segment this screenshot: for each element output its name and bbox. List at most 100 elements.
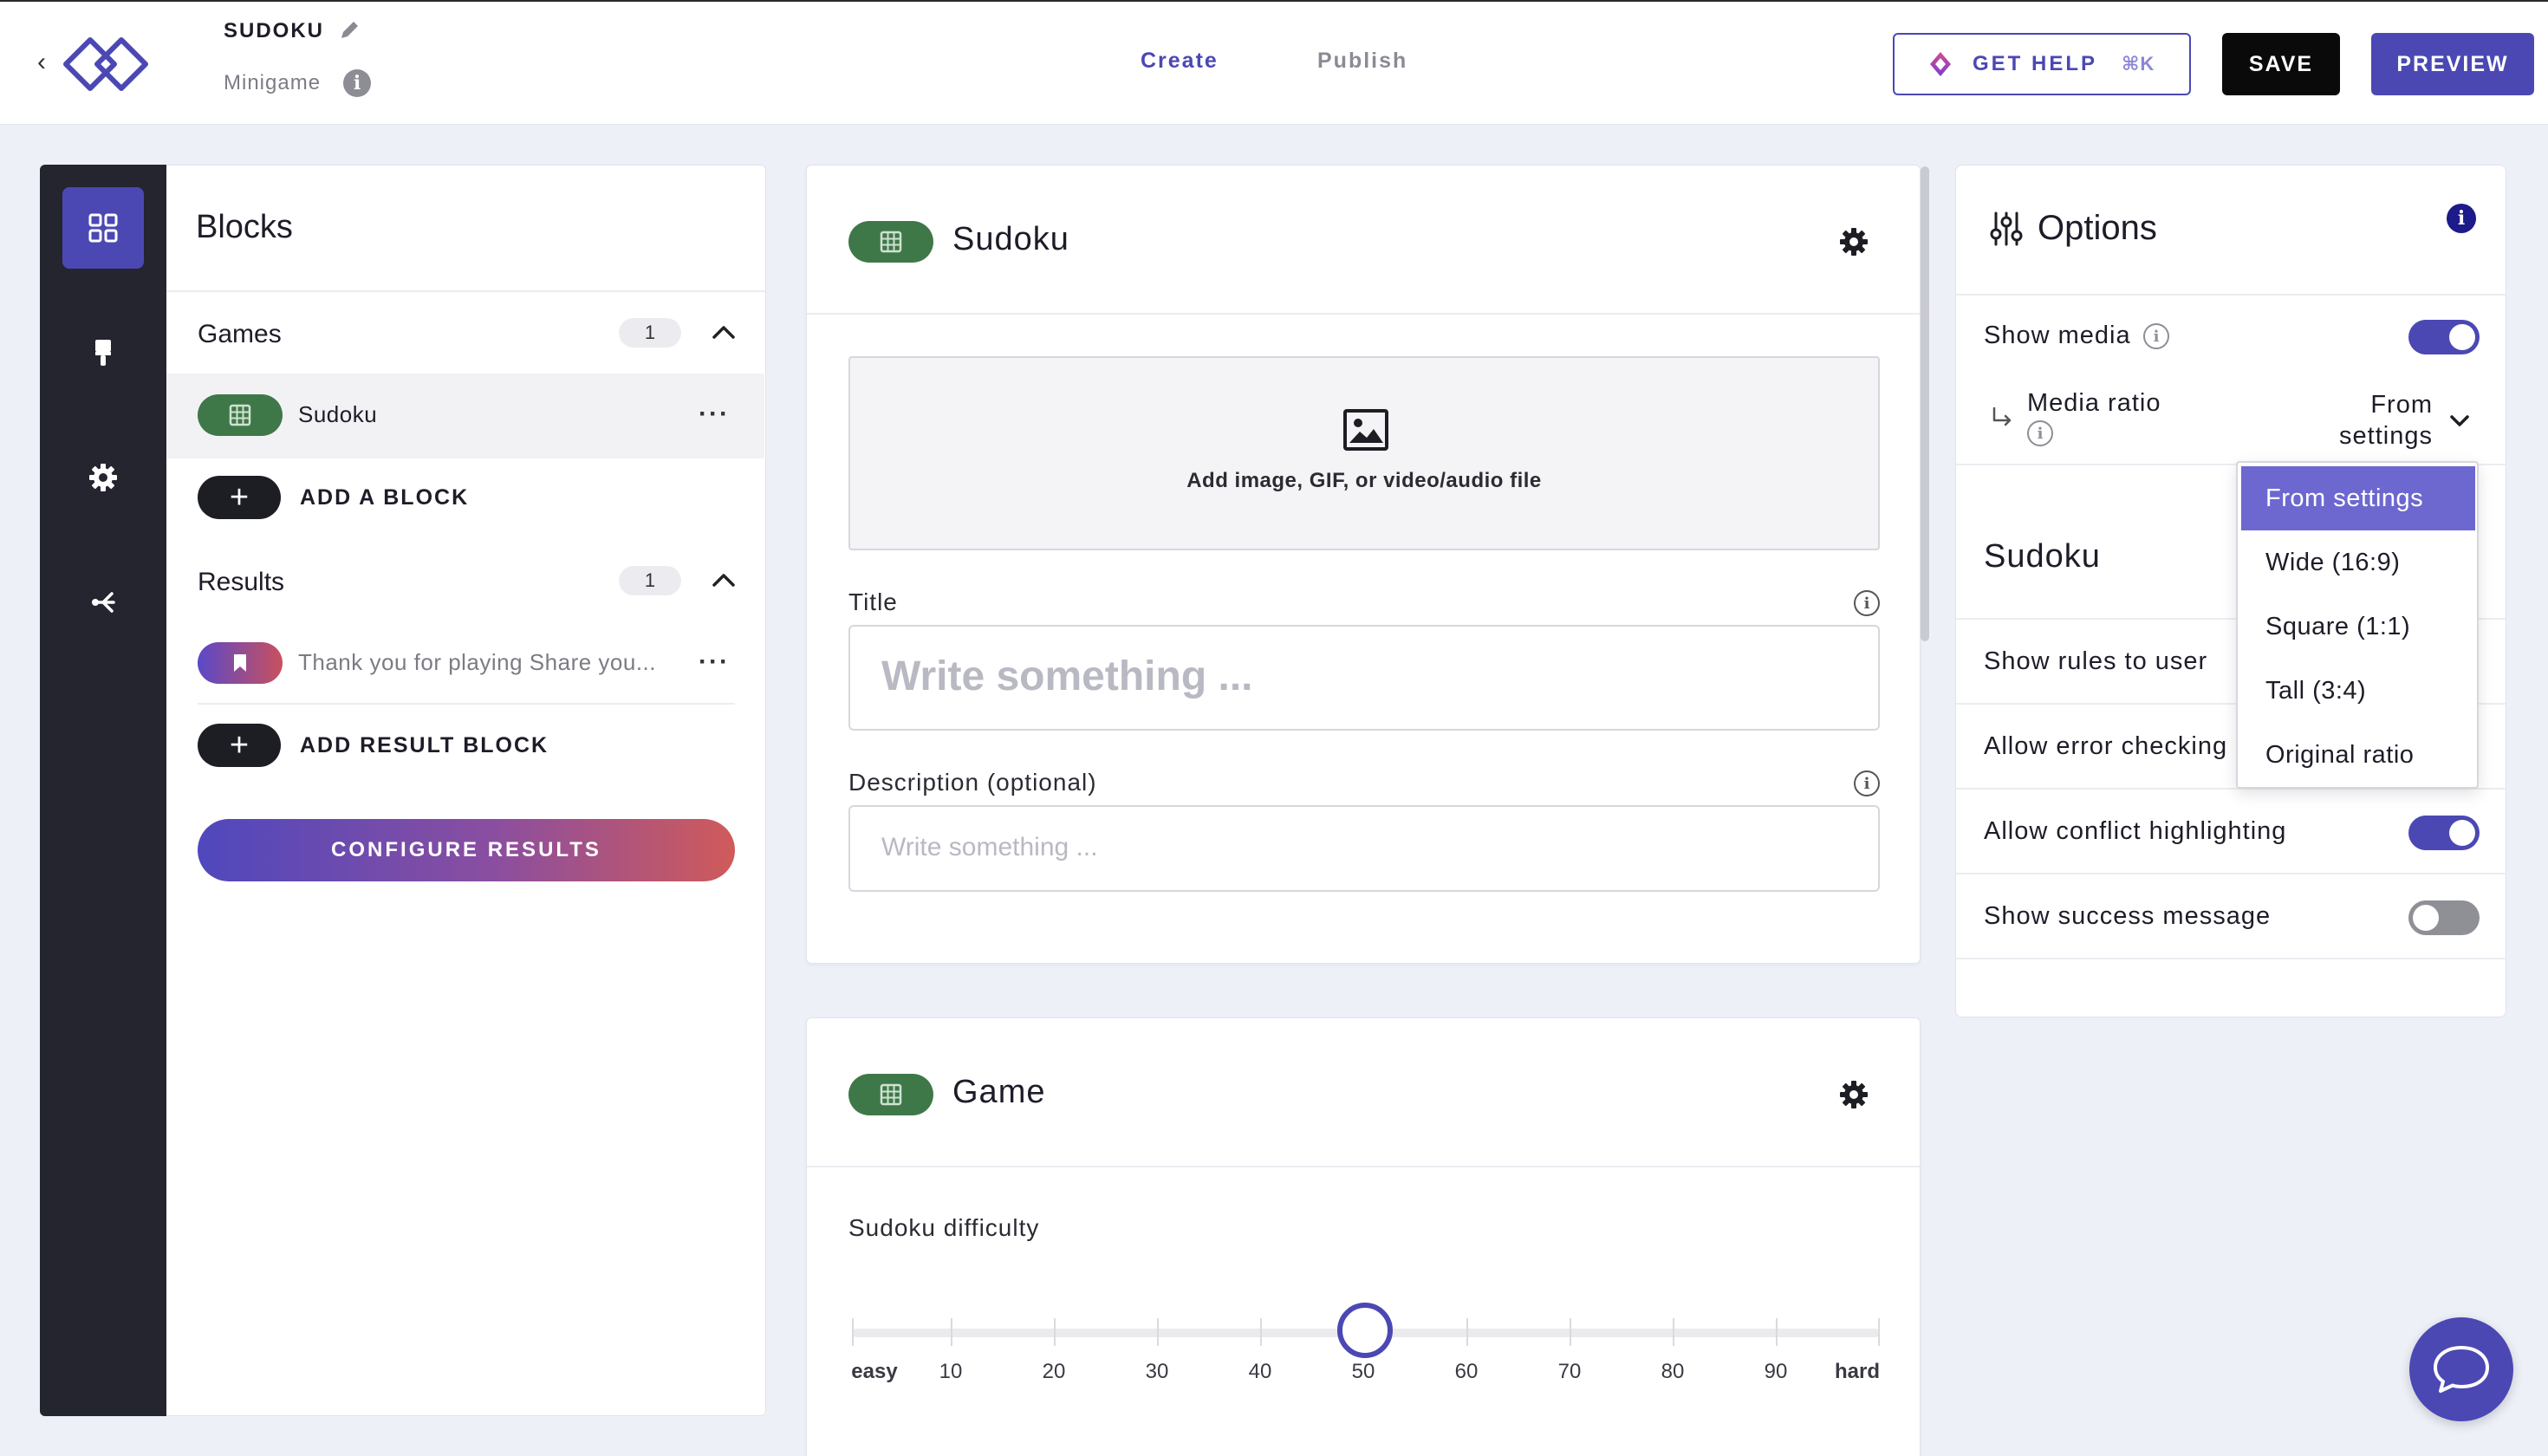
dropdown-option-from-settings[interactable]: From settings <box>2241 466 2475 530</box>
slider-tick <box>1878 1318 1880 1346</box>
chat-bubble-icon <box>2434 1346 2489 1393</box>
preview-button[interactable]: PREVIEW <box>2371 33 2534 95</box>
games-count-badge: 1 <box>619 318 681 348</box>
project-type: Minigame <box>224 71 322 94</box>
slider-label-20: 20 <box>1042 1360 1066 1383</box>
save-button[interactable]: SAVE <box>2222 33 2340 95</box>
tab-create[interactable]: Create <box>1141 49 1219 74</box>
chevron-up-icon[interactable] <box>711 571 737 588</box>
sub-item-arrow-icon <box>1992 406 2012 426</box>
gear-icon[interactable] <box>1838 226 1869 257</box>
rail-share-button[interactable] <box>62 562 144 643</box>
slider-tick <box>1260 1318 1262 1346</box>
slider-tick <box>1776 1318 1778 1346</box>
show-rules-label: Show rules to user <box>1984 647 2208 675</box>
result-item[interactable]: Thank you for playing Share you... ··· <box>166 621 764 706</box>
slider-tick <box>1157 1318 1159 1346</box>
allow-conflict-highlighting-toggle[interactable] <box>2408 816 2480 850</box>
show-success-message-label: Show success message <box>1984 902 2272 930</box>
add-block-button[interactable]: + ADD A BLOCK <box>198 476 469 519</box>
chevron-up-icon[interactable] <box>711 323 737 341</box>
rail-settings-button[interactable] <box>62 437 144 518</box>
media-ratio-select[interactable]: From settings <box>2303 389 2433 452</box>
grid-icon <box>880 1083 902 1106</box>
get-help-button[interactable]: GET HELP ⌘K <box>1893 33 2191 95</box>
configure-results-button[interactable]: CONFIGURE RESULTS <box>198 819 735 881</box>
divider <box>1956 294 2506 296</box>
info-icon[interactable]: i <box>2143 323 2169 349</box>
info-icon[interactable]: i <box>1854 770 1880 796</box>
divider <box>166 290 765 292</box>
gear-icon <box>89 464 117 491</box>
divider <box>198 703 735 705</box>
scrollbar[interactable] <box>1921 166 1929 641</box>
slider-label-hard: hard <box>1834 1360 1881 1383</box>
info-icon[interactable]: i <box>2027 420 2053 446</box>
rail-design-button[interactable] <box>62 312 144 393</box>
slider-tick <box>1673 1318 1674 1346</box>
title-field-label: Title <box>848 588 898 615</box>
more-options-icon[interactable]: ··· <box>699 647 730 677</box>
title-input[interactable]: Write something ... <box>848 625 1880 731</box>
card-title: Game <box>952 1074 1046 1110</box>
info-icon[interactable]: i <box>343 69 371 97</box>
dropdown-option-wide[interactable]: Wide (16:9) <box>2241 530 2475 595</box>
divider <box>1956 958 2506 959</box>
game-block-pill <box>848 221 933 263</box>
media-ratio-value-line1: From <box>2370 391 2433 419</box>
project-title: SUDOKU <box>224 19 325 42</box>
games-section-label: Games <box>198 320 282 348</box>
slider-label-90: 90 <box>1764 1360 1788 1383</box>
share-icon <box>92 592 115 613</box>
grid-icon <box>229 404 251 426</box>
brush-icon <box>95 340 111 366</box>
toggle-knob <box>2449 324 2475 350</box>
show-media-toggle[interactable] <box>2408 320 2480 354</box>
toggle-knob <box>2413 905 2439 931</box>
media-upload-text: Add image, GIF, or video/audio file <box>1186 469 1542 492</box>
toggle-knob <box>2449 820 2475 846</box>
diamond-icon <box>1930 52 1951 76</box>
show-media-label: Show media <box>1984 322 2131 349</box>
block-item-sudoku[interactable]: Sudoku ··· <box>166 374 764 458</box>
slider-label-70: 70 <box>1557 1360 1582 1383</box>
rail-blocks-button[interactable] <box>62 187 144 269</box>
info-icon[interactable]: i <box>1854 590 1880 616</box>
gear-icon[interactable] <box>1838 1079 1869 1110</box>
slider-tick <box>951 1318 952 1346</box>
info-icon[interactable]: i <box>2447 204 2476 233</box>
difficulty-slider-thumb[interactable] <box>1337 1303 1393 1358</box>
dropdown-option-original[interactable]: Original ratio <box>2241 723 2475 787</box>
app-logo[interactable] <box>59 29 156 97</box>
allow-conflict-highlighting-label: Allow conflict highlighting <box>1984 817 2287 845</box>
result-label: Thank you for playing Share you... <box>298 649 657 675</box>
pencil-icon[interactable] <box>338 19 361 42</box>
divider <box>807 313 1920 315</box>
chevron-down-icon[interactable] <box>2448 413 2471 429</box>
difficulty-label: Sudoku difficulty <box>848 1214 1040 1241</box>
allow-error-checking-label: Allow error checking <box>1984 732 2228 760</box>
more-options-icon[interactable]: ··· <box>699 400 730 429</box>
back-chevron-icon[interactable]: ‹ <box>29 47 54 78</box>
chat-button[interactable] <box>2409 1317 2513 1421</box>
left-rail <box>40 165 166 1416</box>
game-block-pill <box>198 394 283 436</box>
sudoku-card: Sudoku Add image, GIF, or video/audio fi… <box>806 165 1921 964</box>
description-field-label: Description (optional) <box>848 769 1097 796</box>
description-input[interactable]: Write something ... <box>848 805 1880 892</box>
dropdown-option-square[interactable]: Square (1:1) <box>2241 595 2475 659</box>
add-block-label: ADD A BLOCK <box>300 484 470 510</box>
tab-publish[interactable]: Publish <box>1317 49 1407 74</box>
plus-icon: + <box>198 724 281 767</box>
options-section-title: Sudoku <box>1984 538 2101 575</box>
grid-icon <box>880 231 902 253</box>
image-icon <box>1343 409 1388 451</box>
add-result-block-label: ADD RESULT BLOCK <box>300 732 549 757</box>
media-ratio-value-line2: settings <box>2339 422 2433 450</box>
add-result-block-button[interactable]: + ADD RESULT BLOCK <box>198 724 549 767</box>
sliders-icon <box>1990 211 2023 246</box>
media-upload-area[interactable]: Add image, GIF, or video/audio file <box>848 356 1880 550</box>
dropdown-option-tall[interactable]: Tall (3:4) <box>2241 659 2475 723</box>
show-success-message-toggle[interactable] <box>2408 900 2480 935</box>
bookmark-icon <box>234 654 246 672</box>
